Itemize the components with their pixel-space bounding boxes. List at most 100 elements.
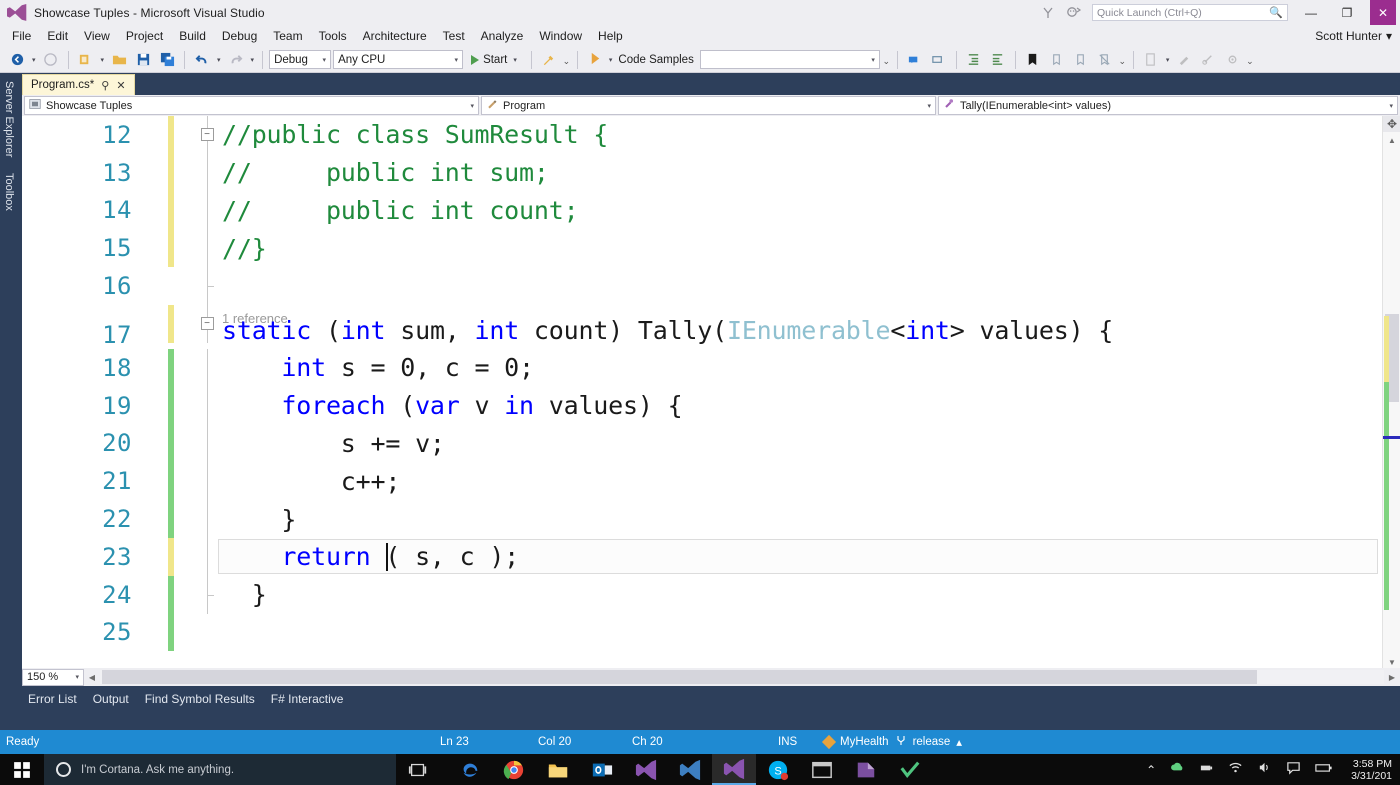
- outlining-margin[interactable]: [194, 153, 220, 192]
- code-line-row[interactable]: 22 }: [22, 500, 1382, 538]
- menu-item-architecture[interactable]: Architecture: [355, 27, 435, 45]
- close-button[interactable]: ✕: [1370, 0, 1396, 25]
- redo-icon[interactable]: [225, 49, 247, 71]
- toolbar-overflow-4[interactable]: ⌄: [1245, 53, 1254, 67]
- usb-device-icon[interactable]: [1199, 760, 1214, 780]
- menu-item-analyze[interactable]: Analyze: [473, 27, 532, 45]
- menu-item-help[interactable]: Help: [590, 27, 631, 45]
- navigate-back-icon[interactable]: [6, 49, 28, 71]
- status-source-control[interactable]: MyHealth release ▴: [821, 734, 962, 750]
- code-line-row[interactable]: 20 s += v;: [22, 424, 1382, 463]
- show-hidden-icons-icon[interactable]: ⌃: [1146, 763, 1156, 777]
- toolbar-overflow-1[interactable]: ⌄: [562, 53, 571, 67]
- scroll-up-arrow[interactable]: ▲: [1383, 132, 1400, 148]
- battery-icon[interactable]: [1315, 760, 1333, 780]
- tab-find-symbol-results[interactable]: Find Symbol Results: [145, 692, 255, 706]
- horizontal-scroll-thumb[interactable]: [102, 670, 1257, 684]
- tab-output[interactable]: Output: [93, 692, 129, 706]
- code-line-row[interactable]: 24 }: [22, 575, 1382, 614]
- menu-item-test[interactable]: Test: [435, 27, 473, 45]
- collapse-region-icon[interactable]: −: [200, 128, 214, 142]
- outlining-margin[interactable]: [194, 267, 220, 305]
- code-text[interactable]: }: [222, 500, 296, 538]
- outlining-margin[interactable]: [194, 462, 220, 501]
- minimize-button[interactable]: —: [1298, 0, 1324, 25]
- scroll-right-arrow[interactable]: ▶: [1384, 673, 1400, 682]
- code-line-row[interactable]: 23 return ( s, c );: [22, 537, 1382, 576]
- taskbar-app-skype-icon[interactable]: S: [756, 754, 800, 785]
- taskbar-app-edge-icon[interactable]: [448, 754, 492, 785]
- code-text[interactable]: c++;: [222, 462, 401, 500]
- outlining-margin[interactable]: −: [194, 304, 220, 343]
- undo-caret[interactable]: ▾: [215, 56, 223, 64]
- navigate-forward-icon[interactable]: [40, 49, 62, 71]
- navbar-project-dropdown[interactable]: Showcase Tuples ▾: [24, 96, 479, 115]
- menu-item-project[interactable]: Project: [118, 27, 171, 45]
- outlining-margin[interactable]: [194, 348, 220, 387]
- add-item-icon[interactable]: [1140, 49, 1162, 71]
- attach-to-process-icon[interactable]: [538, 49, 560, 71]
- menu-item-debug[interactable]: Debug: [214, 27, 265, 45]
- start-debug-button[interactable]: Start ▾: [465, 49, 525, 71]
- code-line-row[interactable]: 21 c++;: [22, 462, 1382, 501]
- code-text[interactable]: }: [222, 576, 267, 614]
- taskbar-app-visual-studio-icon-1[interactable]: [624, 754, 668, 785]
- code-editor[interactable]: 12−//public class SumResult {13// public…: [22, 116, 1400, 686]
- taskbar-app-onenote-icon[interactable]: [844, 754, 888, 785]
- taskbar-app-console-icon[interactable]: [800, 754, 844, 785]
- next-bookmark-icon[interactable]: [1070, 49, 1092, 71]
- solution-platform-dropdown[interactable]: Any CPU ▾: [333, 50, 464, 69]
- new-item-icon[interactable]: [1173, 49, 1195, 71]
- code-line-row[interactable]: 15 //}: [22, 229, 1382, 268]
- quick-launch-search[interactable]: Quick Launch (Ctrl+Q) 🔍: [1092, 4, 1288, 21]
- code-text[interactable]: int s = 0, c = 0;: [222, 349, 534, 387]
- taskbar-app-chrome-icon[interactable]: [492, 754, 536, 785]
- outlining-margin[interactable]: [194, 191, 220, 230]
- outlining-margin[interactable]: −: [194, 116, 220, 154]
- taskbar-app-file-explorer-icon[interactable]: [536, 754, 580, 785]
- collapse-region-icon[interactable]: −: [200, 317, 214, 331]
- navigate-back-caret[interactable]: ▾: [30, 56, 38, 64]
- menu-item-file[interactable]: File: [4, 27, 39, 45]
- menu-item-team[interactable]: Team: [265, 27, 310, 45]
- menu-item-edit[interactable]: Edit: [39, 27, 76, 45]
- scroll-left-arrow[interactable]: ◀: [84, 673, 100, 682]
- code-text[interactable]: //}: [222, 229, 267, 267]
- outlining-margin[interactable]: [194, 424, 220, 463]
- tab-error-list[interactable]: Error List: [28, 692, 77, 706]
- menu-item-view[interactable]: View: [76, 27, 118, 45]
- decrease-indent-icon[interactable]: [987, 49, 1009, 71]
- status-expand-caret[interactable]: ▴: [956, 735, 962, 749]
- taskbar-app-visual-studio-icon-active[interactable]: [712, 754, 756, 785]
- outlining-margin[interactable]: [194, 500, 220, 538]
- task-view-icon[interactable]: [396, 754, 440, 785]
- code-line-row[interactable]: 19 foreach (var v in values) {: [22, 386, 1382, 425]
- outlining-margin[interactable]: [194, 537, 220, 576]
- windows-start-icon[interactable]: [0, 754, 44, 785]
- solution-configuration-dropdown[interactable]: Debug ▾: [269, 50, 332, 69]
- code-text[interactable]: // public int count;: [222, 192, 579, 230]
- horizontal-scroll-track[interactable]: [100, 670, 1384, 684]
- menu-item-tools[interactable]: Tools: [311, 27, 355, 45]
- taskbar-clock[interactable]: 3:58 PM 3/31/201: [1347, 758, 1392, 782]
- taskbar-app-checkmark-icon[interactable]: [888, 754, 932, 785]
- code-lines-container[interactable]: 12−//public class SumResult {13// public…: [22, 116, 1382, 670]
- menu-item-window[interactable]: Window: [531, 27, 590, 45]
- zoom-level-dropdown[interactable]: 150 % ▾: [22, 668, 84, 686]
- toolbar-overflow-3[interactable]: ⌄: [1118, 53, 1127, 67]
- taskbar-app-visual-studio-icon-2[interactable]: [668, 754, 712, 785]
- code-samples-search-combo[interactable]: ▾: [699, 50, 880, 69]
- navbar-member-dropdown[interactable]: Tally(IEnumerable<int> values) ▾: [938, 96, 1398, 115]
- tab-fsharp-interactive[interactable]: F# Interactive: [271, 692, 344, 706]
- outlining-margin[interactable]: [194, 229, 220, 268]
- code-line-row[interactable]: 12 −//public class SumResult {: [22, 116, 1382, 154]
- comment-selection-icon[interactable]: [904, 49, 926, 71]
- outlining-margin[interactable]: [194, 386, 220, 425]
- code-text[interactable]: s += v;: [222, 425, 445, 463]
- tab-program-cs[interactable]: Program.cs* ⚲ ✕: [22, 74, 135, 95]
- properties-icon[interactable]: [1197, 49, 1219, 71]
- code-text[interactable]: // public int sum;: [222, 154, 549, 192]
- sidebar-item-toolbox[interactable]: Toolbox: [0, 165, 18, 219]
- outlining-margin[interactable]: [194, 614, 220, 652]
- open-file-icon[interactable]: [108, 49, 130, 71]
